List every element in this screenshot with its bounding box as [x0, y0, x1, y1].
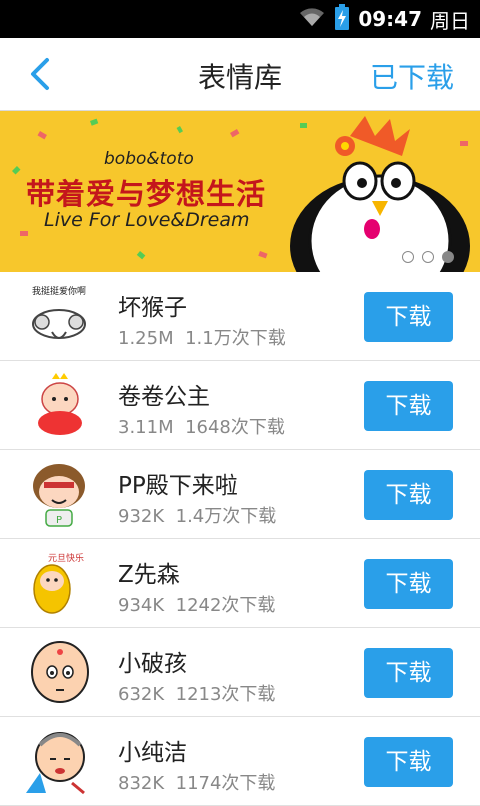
pack-name: 小破孩 — [118, 651, 187, 677]
download-button[interactable]: 下载 — [364, 470, 453, 520]
pack-size: 3.11M — [118, 417, 174, 438]
download-button[interactable]: 下载 — [364, 737, 453, 787]
pack-name: 小纯洁 — [118, 740, 187, 766]
pack-meta: 1.25M 1.1万次下载 — [118, 324, 286, 350]
pack-meta: 632K 1213次下载 — [118, 680, 275, 706]
pack-meta: 3.11M 1648次下载 — [118, 413, 285, 439]
status-bar: 09:47 周日 — [0, 0, 480, 38]
pack-name: PP殿下来啦 — [118, 473, 238, 499]
downloaded-link[interactable]: 已下载 — [370, 56, 454, 96]
curly-princess-thumbnail — [38, 373, 82, 435]
pack-size: 632K — [118, 684, 165, 705]
pack-meta: 934K 1242次下载 — [118, 591, 275, 617]
list-item[interactable]: 小破孩 632K 1213次下载 下载 — [0, 628, 480, 717]
download-button[interactable]: 下载 — [364, 381, 453, 431]
thumbnail-caption: 我挺挺爱你啊 — [32, 285, 86, 297]
pack-size: 932K — [118, 506, 165, 527]
bad-monkey-thumbnail: 我挺挺爱你啊 — [32, 285, 86, 339]
promo-banner[interactable]: bobo&toto 带着爱与梦想生活 Live For Love&Dream — [0, 111, 480, 272]
battery-charging-icon — [334, 4, 350, 34]
pack-downloads: 1.1万次下载 — [185, 328, 286, 349]
list-item[interactable]: 卷卷公主 3.11M 1648次下载 下载 — [0, 361, 480, 450]
page-dot[interactable] — [402, 251, 414, 263]
pack-downloads: 1648次下载 — [185, 417, 285, 438]
weekday: 周日 — [430, 8, 470, 33]
list-item[interactable]: P PP殿下来啦 932K 1.4万次下载 下载 — [0, 450, 480, 539]
banner-english: Live For Love&Dream — [44, 209, 250, 231]
download-button[interactable]: 下载 — [364, 559, 453, 609]
pack-name: 坏猴子 — [118, 295, 187, 321]
svg-text:P: P — [56, 515, 62, 526]
list-item[interactable]: 小纯洁 832K 1174次下载 下载 — [0, 717, 480, 806]
banner-page-indicator — [402, 251, 454, 263]
pack-downloads: 1174次下载 — [175, 773, 276, 794]
download-button[interactable]: 下载 — [364, 292, 453, 342]
thumbnail-caption: 元旦快乐 — [48, 552, 84, 564]
pack-name: Z先森 — [118, 562, 180, 588]
pack-meta: 932K 1.4万次下载 — [118, 502, 276, 528]
wifi-icon — [298, 6, 326, 32]
little-pure-thumbnail — [26, 732, 85, 795]
panda-character-illustration — [290, 116, 470, 272]
pack-size: 934K — [118, 595, 165, 616]
pack-downloads: 1.4万次下载 — [175, 506, 277, 527]
clock: 09:47 — [358, 7, 422, 31]
page-dot-active[interactable] — [442, 251, 454, 263]
sticker-pack-list: 我挺挺爱你啊 坏猴子 1.25M 1.1万次下载 下载 卷卷公主 3.11M 1… — [0, 272, 480, 806]
download-button[interactable]: 下载 — [364, 648, 453, 698]
list-item[interactable]: 我挺挺爱你啊 坏猴子 1.25M 1.1万次下载 下载 — [0, 272, 480, 361]
pack-name: 卷卷公主 — [118, 384, 210, 410]
little-rascal-thumbnail — [31, 641, 89, 703]
pp-prince-thumbnail: P — [33, 464, 85, 527]
pack-size: 1.25M — [118, 328, 174, 349]
pack-meta: 832K 1174次下载 — [118, 769, 275, 795]
pack-downloads: 1242次下载 — [175, 595, 276, 616]
pack-downloads: 1213次下载 — [175, 684, 276, 705]
page-dot[interactable] — [422, 251, 434, 263]
mr-z-thumbnail: 元旦快乐 — [33, 552, 84, 614]
pack-size: 832K — [118, 773, 165, 794]
banner-brand: bobo&toto — [104, 149, 194, 169]
app-header: 表情库 已下载 — [0, 38, 480, 111]
banner-slogan: 带着爱与梦想生活 — [26, 177, 267, 211]
list-item[interactable]: 元旦快乐 Z先森 934K 1242次下载 下载 — [0, 539, 480, 628]
